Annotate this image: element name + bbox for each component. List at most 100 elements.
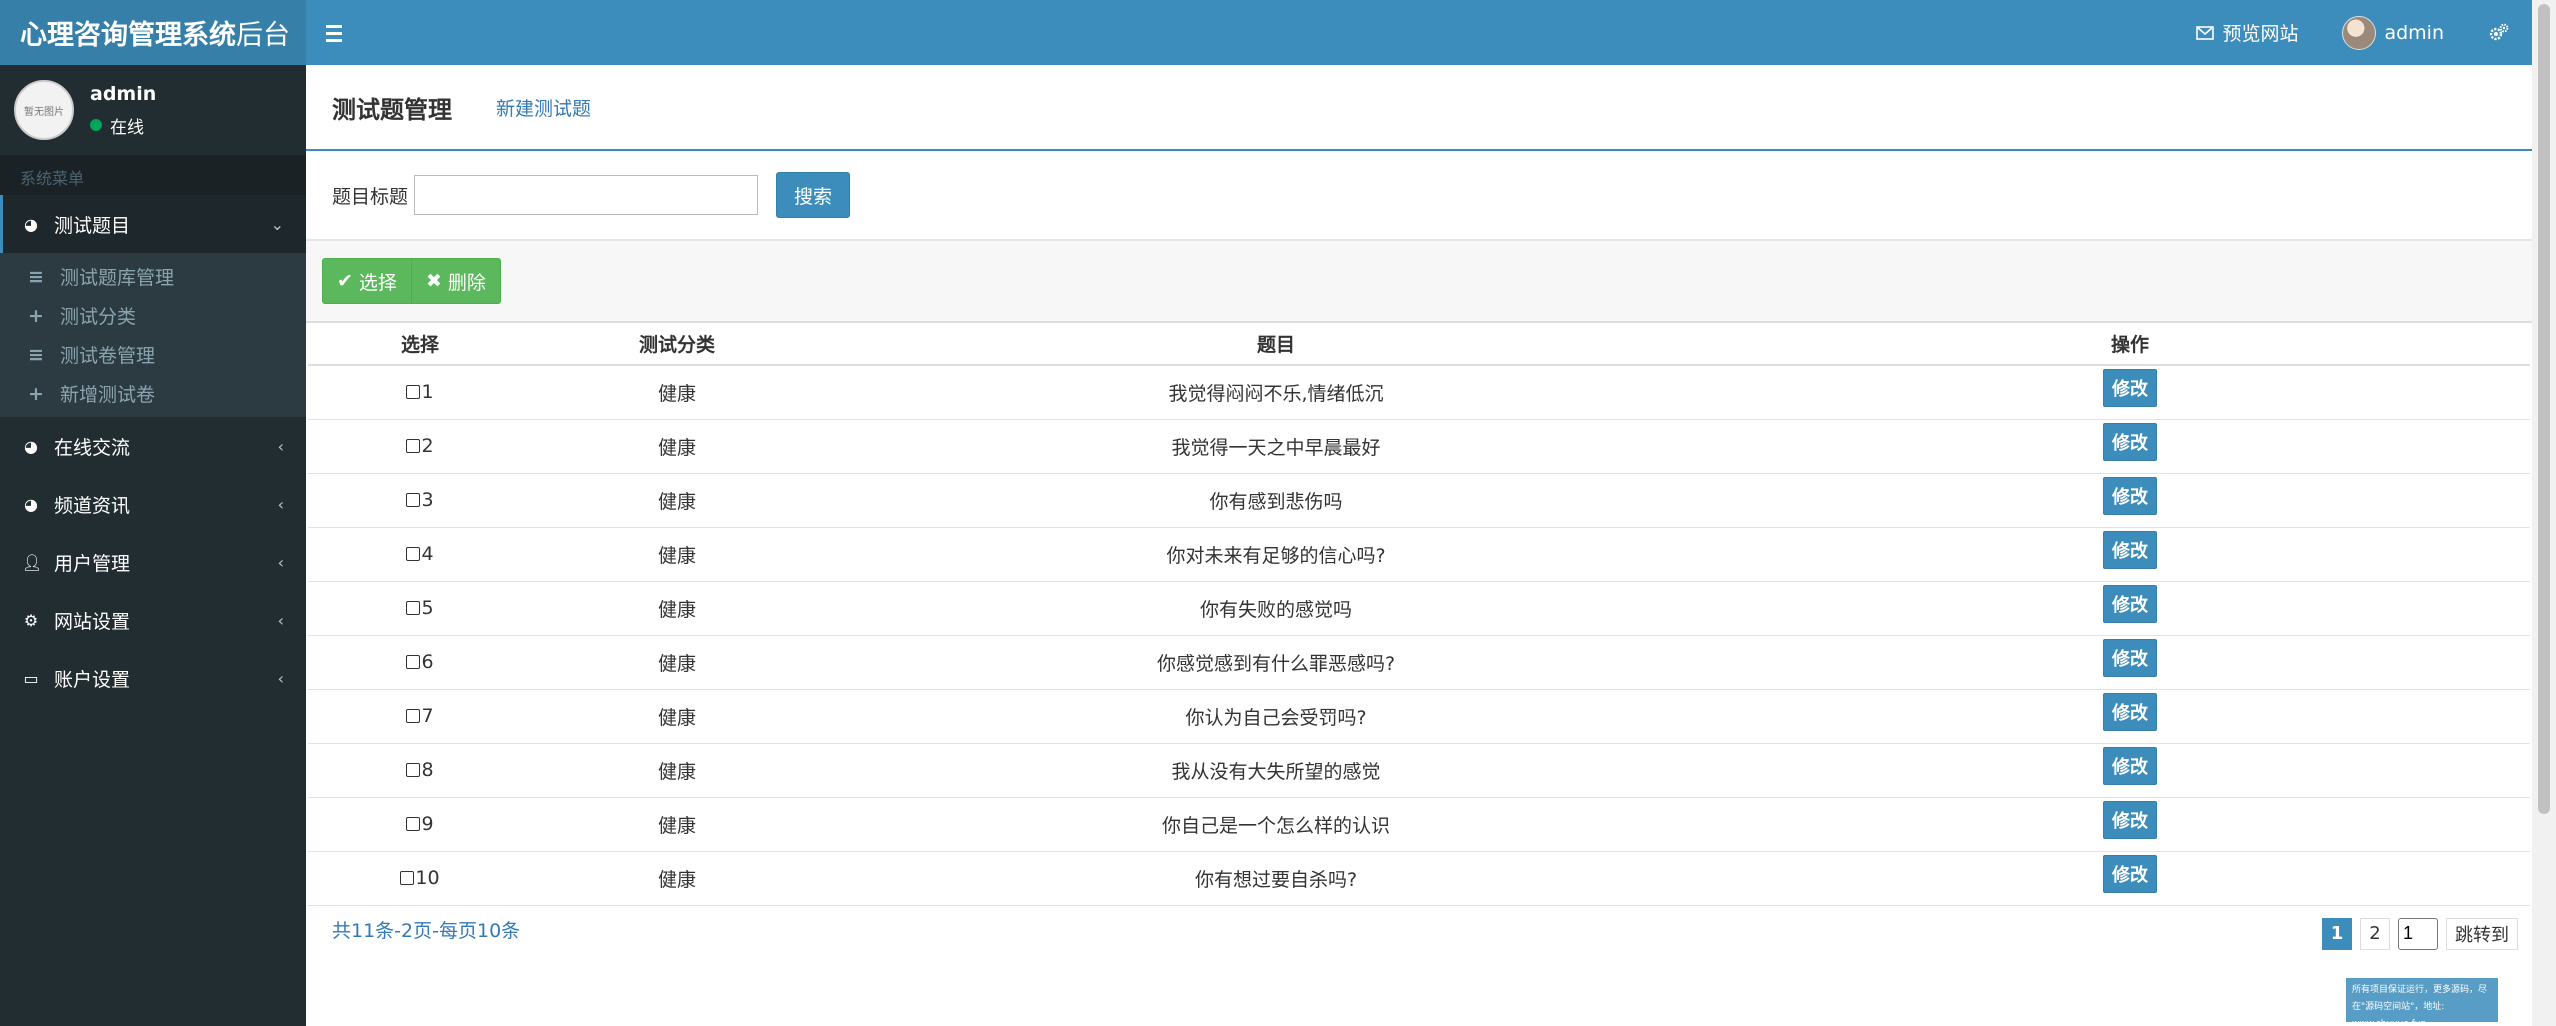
row-select-cell[interactable]: 2: [308, 419, 532, 474]
row-checkbox[interactable]: [406, 655, 421, 669]
row-actions: 修改: [1730, 635, 2530, 690]
page-2-button[interactable]: 2: [2360, 917, 2390, 950]
sidebar-item-channel-news[interactable]: ◕ 频道资讯 ‹: [0, 475, 306, 533]
row-checkbox[interactable]: [406, 385, 421, 400]
table-row: 3 健康 你有感到悲伤吗 修改: [308, 473, 2530, 528]
column-header-category: 测试分类: [532, 323, 822, 366]
row-select-cell[interactable]: 9: [308, 797, 532, 852]
sidebar-item-online-chat[interactable]: ◕ 在线交流 ‹: [0, 417, 306, 475]
chevron-left-icon: ‹: [277, 552, 284, 572]
row-checkbox[interactable]: [406, 763, 421, 777]
scrollbar-thumb[interactable]: [2538, 4, 2550, 814]
edit-button[interactable]: 修改: [2103, 422, 2157, 461]
sidebar-item-test-questions[interactable]: ◕ 测试题目 ⌄: [0, 195, 306, 253]
edit-button[interactable]: 修改: [2103, 368, 2157, 407]
pagination: 1 2 跳转到: [2322, 917, 2518, 950]
row-id: 6: [421, 651, 434, 673]
pagination-summary: 共11条-2页-每页10条: [332, 919, 521, 942]
row-category: 健康: [532, 689, 822, 744]
sidebar-subitem-new-paper[interactable]: + 新增测试卷: [0, 374, 306, 413]
pie-chart-icon: ◕: [24, 214, 38, 234]
row-id: 1: [421, 381, 434, 404]
table-row: 10 健康 你有想过要自杀吗? 修改: [308, 851, 2530, 906]
preview-site-link[interactable]: 预览网站: [2174, 0, 2320, 65]
watermark-badge: 所有项目保证运行，更多源码，尽在"源码空间站"，地址: www.shuyue.f…: [2346, 978, 2498, 1022]
gear-icon: ⚙: [23, 610, 39, 630]
select-all-button[interactable]: ✔ 选择: [322, 258, 412, 304]
row-title: 你认为自己会受罚吗?: [822, 689, 1730, 744]
row-select-cell[interactable]: 8: [308, 743, 532, 798]
plus-icon: +: [28, 382, 44, 405]
edit-button[interactable]: 修改: [2103, 638, 2157, 677]
page-jump-input[interactable]: [2398, 917, 2438, 950]
top-header: 心理咨询管理系统 后台 预览网站 admin: [0, 0, 2532, 65]
edit-button[interactable]: 修改: [2103, 476, 2157, 515]
row-select-cell[interactable]: 1: [308, 365, 532, 420]
sidebar-item-site-settings[interactable]: ⚙ 网站设置 ‹: [0, 591, 306, 649]
edit-button[interactable]: 修改: [2103, 692, 2157, 731]
sidebar-subitem-question-bank[interactable]: ≡ 测试题库管理: [0, 257, 306, 296]
delete-button[interactable]: ✖ 删除: [410, 258, 501, 304]
search-button[interactable]: 搜索: [776, 172, 851, 218]
sidebar-subitem-paper-management[interactable]: ≡ 测试卷管理: [0, 335, 306, 374]
row-id: 9: [421, 813, 434, 835]
pie-chart-icon: ◕: [24, 494, 38, 514]
chevron-down-icon: ⌄: [270, 214, 284, 234]
table-row: 2 健康 我觉得一天之中早晨最好 修改: [308, 419, 2530, 474]
chevron-left-icon: ‹: [277, 668, 284, 688]
table-row: 8 健康 我从没有大失所望的感觉 修改: [308, 743, 2530, 798]
table-row: 6 健康 你感觉感到有什么罪恶感吗? 修改: [308, 635, 2530, 690]
sidebar-item-account-settings[interactable]: ▭ 账户设置 ‹: [0, 649, 306, 707]
row-title: 你有想过要自杀吗?: [822, 851, 1730, 906]
laptop-icon: ▭: [23, 668, 39, 688]
row-category: 健康: [532, 419, 822, 474]
edit-button[interactable]: 修改: [2103, 584, 2157, 623]
row-checkbox[interactable]: [406, 817, 421, 831]
submenu-test-questions: ≡ 测试题库管理 + 测试分类 ≡ 测试卷管理 + 新增测试卷: [0, 253, 306, 417]
row-select-cell[interactable]: 7: [308, 689, 532, 744]
table-row: 4 健康 你对未来有足够的信心吗? 修改: [308, 527, 2530, 582]
page-1-button[interactable]: 1: [2322, 917, 2352, 950]
row-checkbox[interactable]: [406, 547, 421, 561]
main-content: 测试题管理 新建测试题 题目标题 搜索 ✔ 选择 ✖ 删除 选择 测试分类 题目 操…: [306, 65, 2532, 1026]
sidebar-item-user-management[interactable]: 👤︎ 用户管理 ‹: [0, 533, 306, 591]
row-checkbox[interactable]: [406, 439, 421, 453]
page-title[interactable]: 测试题管理: [332, 90, 452, 125]
row-title: 我觉得闷闷不乐,情绪低沉: [822, 365, 1730, 420]
sidebar: 暂无图片 admin 在线 系统菜单 ◕ 测试题目 ⌄ ≡ 测试题库管理 + 测试分…: [0, 65, 306, 1026]
row-select-cell[interactable]: 4: [308, 527, 532, 582]
row-actions: 修改: [1730, 581, 2530, 636]
edit-button[interactable]: 修改: [2103, 746, 2157, 785]
row-category: 健康: [532, 365, 822, 420]
row-checkbox[interactable]: [406, 709, 421, 723]
app-logo[interactable]: 心理咨询管理系统 后台: [0, 0, 306, 65]
sidebar-item-label: 在线交流: [54, 436, 131, 459]
row-actions: 修改: [1730, 473, 2530, 528]
row-select-cell[interactable]: 3: [308, 473, 532, 528]
row-select-cell[interactable]: 6: [308, 635, 532, 690]
row-category: 健康: [532, 797, 822, 852]
sidebar-subitem-test-category[interactable]: + 测试分类: [0, 296, 306, 335]
row-checkbox[interactable]: [406, 601, 421, 615]
sidebar-item-label: 网站设置: [54, 610, 131, 633]
row-select-cell[interactable]: 5: [308, 581, 532, 636]
row-actions: 修改: [1730, 527, 2530, 582]
settings-gear-button[interactable]: [2466, 0, 2532, 65]
user-menu[interactable]: admin: [2320, 0, 2466, 65]
jump-button[interactable]: 跳转到: [2446, 917, 2518, 950]
chevron-left-icon: ‹: [277, 494, 284, 514]
page-scrollbar[interactable]: [2532, 0, 2556, 1026]
row-select-cell[interactable]: 10: [308, 851, 532, 906]
row-checkbox[interactable]: [406, 493, 421, 507]
sidebar-toggle-icon[interactable]: [326, 18, 356, 48]
row-checkbox[interactable]: [400, 871, 415, 885]
search-input[interactable]: [414, 175, 759, 215]
row-id: 10: [415, 867, 440, 889]
user-icon: 👤︎: [22, 552, 43, 572]
plus-icon: +: [28, 304, 44, 327]
edit-button[interactable]: 修改: [2103, 854, 2157, 893]
edit-button[interactable]: 修改: [2103, 530, 2157, 569]
edit-button[interactable]: 修改: [2103, 800, 2157, 839]
new-question-link[interactable]: 新建测试题: [496, 94, 591, 121]
envelope-icon: [2196, 25, 2215, 40]
